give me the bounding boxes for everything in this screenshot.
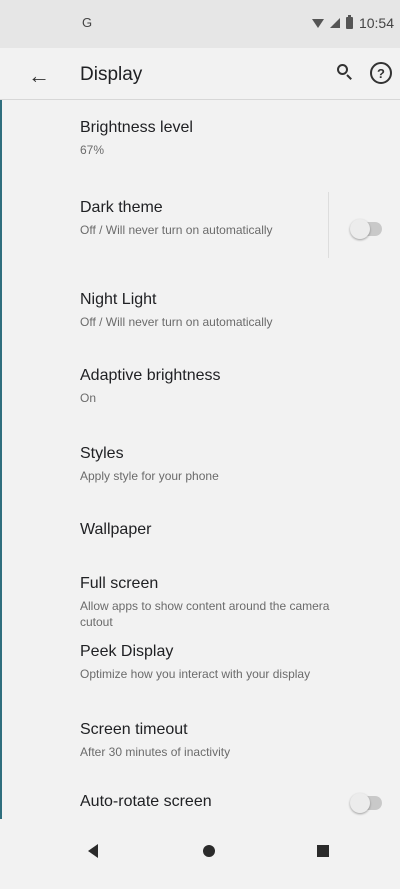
battery-icon <box>345 15 353 29</box>
setting-title: Night Light <box>80 291 157 308</box>
nav-home-icon[interactable] <box>203 845 215 857</box>
dark-theme-toggle[interactable] <box>350 219 382 239</box>
setting-subtitle: Optimize how you interact with your disp… <box>80 667 311 681</box>
help-icon[interactable]: ? <box>370 62 392 84</box>
setting-subtitle: Off / Will never turn on automatically <box>80 315 273 329</box>
status-time: 10:54 <box>358 15 394 31</box>
divider <box>328 192 329 258</box>
setting-auto-rotate-screen[interactable]: Auto-rotate screen <box>80 792 390 812</box>
setting-title: Adaptive brightness <box>80 367 221 384</box>
setting-subtitle: Off / Will never turn on automatically <box>80 223 273 237</box>
setting-subtitle: Apply style for your phone <box>80 469 219 483</box>
search-icon[interactable] <box>335 62 355 82</box>
setting-brightness-level[interactable]: Brightness level 67% <box>80 118 390 158</box>
navigation-bar <box>0 819 400 889</box>
setting-title: Auto-rotate screen <box>80 793 212 810</box>
nav-back-icon[interactable] <box>88 844 98 858</box>
setting-title: Full screen <box>80 575 159 592</box>
setting-screen-timeout[interactable]: Screen timeout After 30 minutes of inact… <box>80 720 390 760</box>
toolbar: ← Display ? <box>0 48 400 100</box>
setting-styles[interactable]: Styles Apply style for your phone <box>80 444 390 484</box>
display-settings-screen: G 10:54 ← Display ? Brightness level 67%… <box>0 0 400 889</box>
setting-title: Wallpaper <box>80 521 152 538</box>
status-indicators: 10:54 <box>311 15 394 31</box>
google-status-icon: G <box>82 15 93 30</box>
window-edge <box>0 0 2 889</box>
nav-recents-icon[interactable] <box>317 845 329 857</box>
setting-title: Styles <box>80 445 124 462</box>
setting-wallpaper[interactable]: Wallpaper <box>80 520 390 540</box>
setting-title: Peek Display <box>80 643 174 660</box>
setting-dark-theme[interactable]: Dark theme Off / Will never turn on auto… <box>80 198 320 238</box>
setting-night-light[interactable]: Night Light Off / Will never turn on aut… <box>80 290 390 330</box>
setting-subtitle: Allow apps to show content around the ca… <box>80 599 330 629</box>
status-bar: G 10:54 <box>0 0 400 48</box>
setting-peek-display[interactable]: Peek Display Optimize how you interact w… <box>80 642 390 682</box>
page-title: Display <box>80 64 143 85</box>
setting-adaptive-brightness[interactable]: Adaptive brightness On <box>80 366 390 406</box>
auto-rotate-toggle[interactable] <box>350 793 382 813</box>
setting-subtitle: After 30 minutes of inactivity <box>80 745 231 759</box>
back-arrow-icon[interactable]: ← <box>28 63 50 89</box>
cell-signal-icon <box>329 18 340 28</box>
setting-title: Brightness level <box>80 119 193 136</box>
setting-full-screen[interactable]: Full screen Allow apps to show content a… <box>80 574 360 630</box>
setting-subtitle: On <box>80 391 97 405</box>
setting-subtitle: 67% <box>80 143 105 157</box>
setting-title: Screen timeout <box>80 721 188 738</box>
wifi-icon <box>311 18 324 28</box>
setting-title: Dark theme <box>80 199 163 216</box>
